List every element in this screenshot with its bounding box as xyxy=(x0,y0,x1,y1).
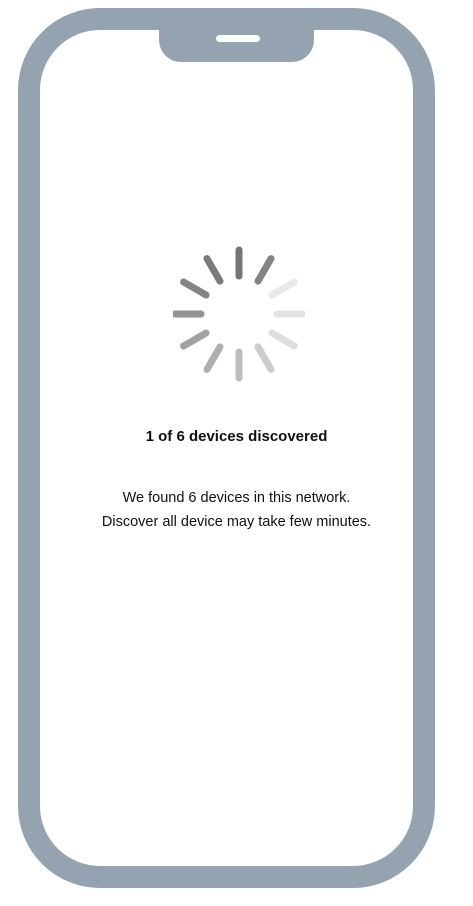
spinner-spoke xyxy=(180,329,210,350)
spinner-spoke xyxy=(268,278,298,299)
spinner-spoke xyxy=(268,329,298,350)
spinner-spoke xyxy=(254,343,275,373)
screen: 1 of 6 devices discovered We found 6 dev… xyxy=(40,30,413,866)
description-line-2: Discover all device may take few minutes… xyxy=(101,514,372,530)
spinner-spoke xyxy=(180,278,210,299)
discovery-description: We found 6 devices in this network. Disc… xyxy=(40,486,433,534)
discovery-status-title: 1 of 6 devices discovered xyxy=(145,428,328,445)
spinner-spoke xyxy=(254,255,275,285)
spinner-spoke xyxy=(203,255,224,285)
spinner-spoke xyxy=(203,343,224,373)
loading-spinner-icon xyxy=(173,246,305,382)
description-line-1: We found 6 devices in this network. xyxy=(122,490,351,506)
